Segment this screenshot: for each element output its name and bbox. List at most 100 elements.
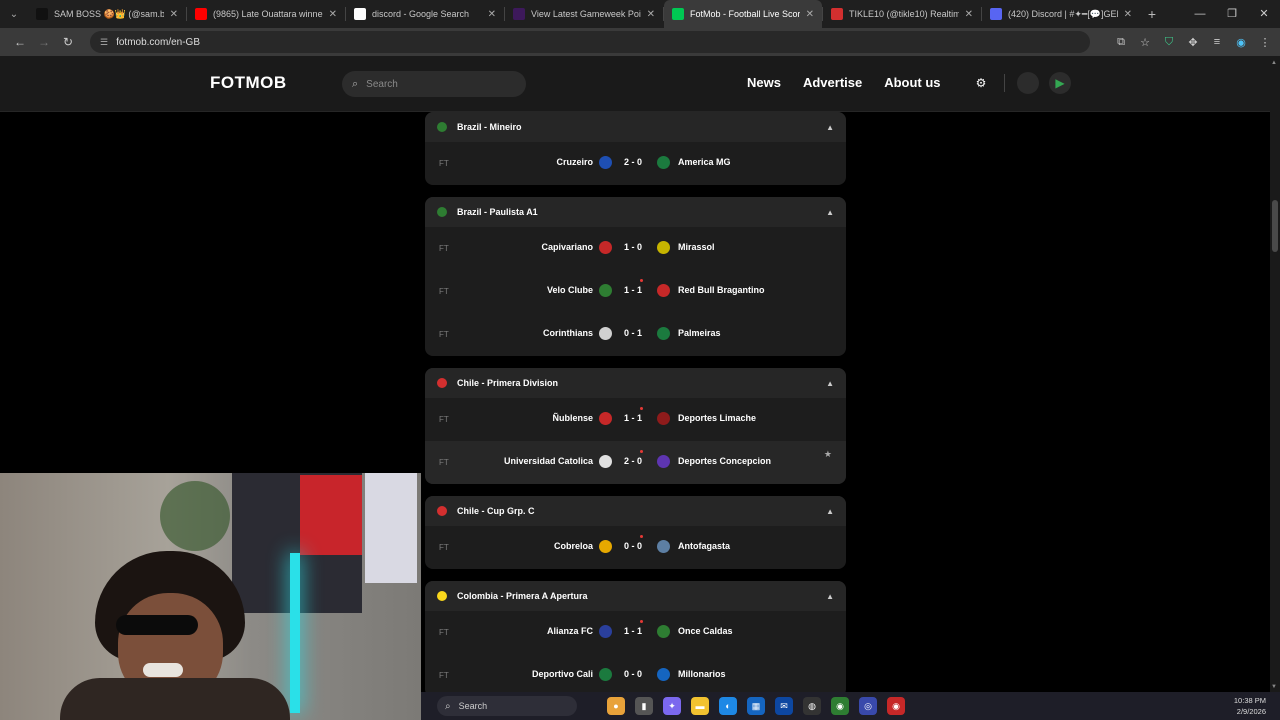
collapse-chevron-icon[interactable]: ▲ xyxy=(826,507,834,516)
google-play-icon[interactable]: ▶ xyxy=(1049,72,1071,94)
new-tab-button[interactable]: + xyxy=(1140,6,1164,22)
close-tab-icon[interactable]: ✕ xyxy=(965,9,973,20)
match-row[interactable]: FT Cruzeiro 2 - 0 America MG xyxy=(425,142,846,185)
minimize-icon[interactable]: — xyxy=(1184,0,1216,28)
match-row[interactable]: FT Velo Clube 1 - 1 Red Bull Bragantino xyxy=(425,270,846,313)
league-header[interactable]: Colombia - Primera A Apertura ▲ xyxy=(425,581,846,611)
league-header[interactable]: Brazil - Paulista A1 ▲ xyxy=(425,197,846,227)
collapse-chevron-icon[interactable]: ▲ xyxy=(826,208,834,217)
browser-tab[interactable]: SAM BOSS 🍪👑 (@sam.boss ✕ xyxy=(28,0,186,28)
taskbar-explorer-icon[interactable]: ▬ xyxy=(691,697,709,715)
nav-advertise[interactable]: Advertise xyxy=(803,75,862,90)
back-icon[interactable]: ← xyxy=(8,35,32,49)
away-team: Once Caldas xyxy=(678,626,733,636)
favorite-star-icon[interactable]: ★ xyxy=(824,449,832,460)
close-tab-icon[interactable]: ✕ xyxy=(1124,9,1132,20)
site-info-icon[interactable]: ☰ xyxy=(100,37,108,48)
match-row[interactable]: FT Alianza FC 1 - 1 Once Caldas xyxy=(425,611,846,654)
browser-tab[interactable]: TIKLE10 (@tikle10) Realtime Ki ✕ xyxy=(823,0,981,28)
scroll-up-icon[interactable]: ▲ xyxy=(1271,60,1277,66)
match-row[interactable]: FT Cobreloa 0 - 0 Antofagasta xyxy=(425,526,846,569)
match-score: 0 - 0 xyxy=(623,669,642,679)
page-scrollbar[interactable]: ▲ ▼ xyxy=(1270,56,1280,692)
fotmob-logo[interactable]: FOTMOB xyxy=(210,73,287,93)
settings-gear-icon[interactable]: ⚙ xyxy=(970,72,992,94)
browser-tab[interactable]: (9865) Late Ouattara winner fo ✕ xyxy=(187,0,345,28)
match-score: 1 - 1 xyxy=(623,413,642,423)
away-team-crest-icon xyxy=(657,327,670,340)
match-row[interactable]: FT Ñublense 1 - 1 Deportes Limache xyxy=(425,398,846,441)
taskbar-widget-icon[interactable]: ● xyxy=(607,697,625,715)
webcam-person-hoodie xyxy=(60,678,290,720)
url-field[interactable]: ☰ fotmob.com/en-GB xyxy=(90,31,1090,53)
home-team: Capivariano xyxy=(541,242,593,252)
browser-tab[interactable]: discord - Google Search ✕ xyxy=(346,0,504,28)
reload-icon[interactable]: ↻ xyxy=(56,35,80,49)
search-input[interactable]: ⌕ Search xyxy=(342,71,526,97)
taskbar-chrome-icon[interactable]: ◉ xyxy=(831,697,849,715)
collapse-chevron-icon[interactable]: ▲ xyxy=(826,592,834,601)
taskbar-clock[interactable]: 10:38 PM 2/9/2026 xyxy=(1234,695,1266,717)
webcam-red-jersey xyxy=(300,475,362,555)
taskbar-discord-icon[interactable]: ◎ xyxy=(859,697,877,715)
nav-news[interactable]: News xyxy=(747,75,781,90)
league-header[interactable]: Brazil - Mineiro ▲ xyxy=(425,112,846,142)
forward-icon[interactable]: → xyxy=(32,35,56,49)
maximize-icon[interactable]: ❐ xyxy=(1216,0,1248,28)
close-tab-icon[interactable]: ✕ xyxy=(488,9,496,20)
league-name: Chile - Cup Grp. C xyxy=(457,506,535,516)
scroll-down-icon[interactable]: ▼ xyxy=(1271,684,1277,690)
tab-title: discord - Google Search xyxy=(372,9,470,19)
match-row[interactable]: FT Universidad Catolica 2 - 0 Deportes Conc… xyxy=(425,441,846,484)
red-card-indicator xyxy=(640,620,643,623)
profile-avatar-icon[interactable]: ◉ xyxy=(1234,36,1248,49)
taskbar-steam-icon[interactable]: ◍ xyxy=(803,697,821,715)
match-row[interactable]: FT Corinthians 0 - 1 Palmeiras xyxy=(425,313,846,356)
taskbar-edge-icon[interactable]: ◐ xyxy=(719,697,737,715)
url-text: fotmob.com/en-GB xyxy=(116,36,200,48)
close-tab-icon[interactable]: ✕ xyxy=(170,9,178,20)
taskbar-search[interactable]: ⌕ Search xyxy=(437,696,577,716)
taskbar-store-icon[interactable]: ▦ xyxy=(747,697,765,715)
home-team-crest-icon xyxy=(599,412,612,425)
country-flag-icon xyxy=(437,378,447,388)
browser-tab[interactable]: FotMob - Football Live Scores ✕ xyxy=(664,0,822,28)
taskbar-chrome-profile-icon[interactable]: ◉ xyxy=(887,697,905,715)
extensions-icon[interactable]: ✥ xyxy=(1186,36,1200,49)
header-divider xyxy=(1004,74,1005,92)
taskbar-time: 10:38 PM xyxy=(1233,696,1266,705)
scrollbar-thumb[interactable] xyxy=(1272,200,1278,252)
taskbar-search-placeholder: Search xyxy=(458,701,488,711)
collapse-chevron-icon[interactable]: ▲ xyxy=(826,379,834,388)
match-row[interactable]: FT Deportivo Cali 0 - 0 Millonarios xyxy=(425,654,846,692)
match-score: 2 - 0 xyxy=(623,456,642,466)
apple-app-store-icon[interactable] xyxy=(1017,72,1039,94)
league-name: Chile - Primera Division xyxy=(457,378,559,388)
browser-tab[interactable]: (420) Discord | #✦━[💬]GENE ✕ xyxy=(982,0,1140,28)
match-row[interactable]: FT Capivariano 1 - 0 Mirassol xyxy=(425,227,846,270)
home-team: Deportivo Cali xyxy=(531,669,593,679)
tab-search-icon[interactable]: ⌄ xyxy=(0,0,28,28)
taskbar-file-icon[interactable]: ▮ xyxy=(635,697,653,715)
browser-menu-icon[interactable]: ⋮ xyxy=(1258,36,1272,49)
media-controls-icon[interactable]: ≡ xyxy=(1210,36,1224,48)
close-tab-icon[interactable]: ✕ xyxy=(647,9,655,20)
match-status: FT xyxy=(439,415,449,424)
extension-shield-icon[interactable]: ⛉ xyxy=(1162,36,1176,49)
install-app-icon[interactable]: ⧉ xyxy=(1114,36,1128,49)
league-header[interactable]: Chile - Primera Division ▲ xyxy=(425,368,846,398)
taskbar-copilot-icon[interactable]: ✦ xyxy=(663,697,681,715)
close-tab-icon[interactable]: ✕ xyxy=(329,9,337,20)
league-header[interactable]: Chile - Cup Grp. C ▲ xyxy=(425,496,846,526)
close-window-icon[interactable]: ✕ xyxy=(1248,0,1280,28)
bookmark-star-icon[interactable]: ☆ xyxy=(1138,36,1152,49)
tab-title: (9865) Late Ouattara winner fo xyxy=(213,9,323,19)
close-tab-icon[interactable]: ✕ xyxy=(806,9,814,20)
taskbar-outlook-icon[interactable]: ✉ xyxy=(775,697,793,715)
match-status: FT xyxy=(439,330,449,339)
nav-about-us[interactable]: About us xyxy=(884,75,940,90)
collapse-chevron-icon[interactable]: ▲ xyxy=(826,123,834,132)
browser-tab[interactable]: View Latest Gameweek Points | ✕ xyxy=(505,0,663,28)
tikle-icon xyxy=(831,8,843,20)
league-list: Brazil - Mineiro ▲ FT Cruzeiro 2 - 0 America … xyxy=(425,112,846,692)
